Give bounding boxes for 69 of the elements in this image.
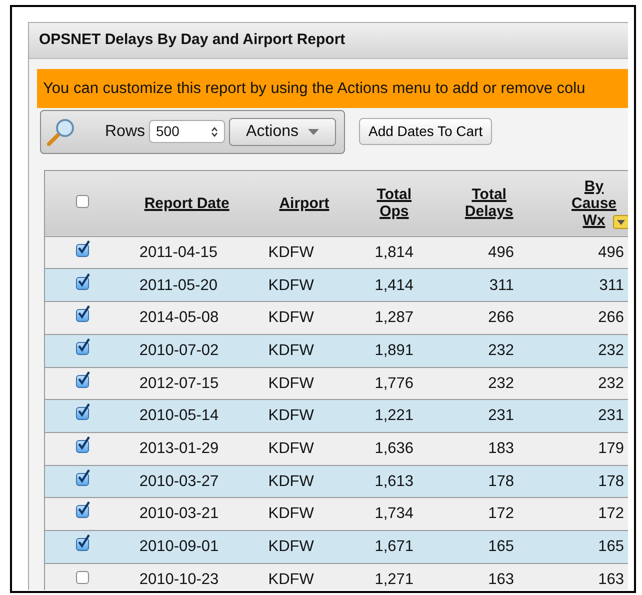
- table-cell: 1,671: [354, 530, 434, 564]
- table-cell: 2010-03-21: [119, 498, 254, 530]
- table-cell: KDFW: [254, 334, 354, 367]
- table-cell: 165: [434, 530, 544, 564]
- table-cell: 1,636: [354, 432, 434, 466]
- column-header[interactable]: Report Date: [144, 194, 230, 212]
- table-cell: 1,613: [354, 465, 434, 498]
- add-dates-to-cart-button[interactable]: Add Dates To Cart: [359, 118, 492, 146]
- panel-title: OPSNET Delays By Day and Airport Report: [29, 23, 628, 58]
- table-cell: 1,271: [354, 563, 434, 590]
- table-cell: 2011-05-20: [119, 268, 254, 302]
- table-cell: 2011-04-15: [119, 236, 254, 269]
- sort-caret-icon[interactable]: [613, 214, 628, 229]
- table-cell: KDFW: [254, 302, 354, 334]
- table-cell: KDFW: [254, 236, 354, 269]
- checkbox[interactable]: [76, 194, 89, 208]
- search-icon[interactable]: [45, 116, 77, 147]
- table-cell: 232: [544, 367, 628, 400]
- table-cell: 178: [434, 465, 544, 498]
- checkbox[interactable]: [76, 571, 89, 584]
- table-cell: 183: [434, 432, 544, 466]
- table-cell: 2010-05-14: [119, 400, 254, 432]
- table-cell: 266: [544, 302, 628, 334]
- table-cell: KDFW: [254, 432, 354, 466]
- table-cell: 163: [544, 563, 628, 590]
- actions-button[interactable]: Actions: [229, 118, 336, 146]
- table-cell: KDFW: [254, 465, 354, 498]
- table-cell: 311: [434, 268, 544, 302]
- table-cell: 2010-07-02: [119, 334, 254, 367]
- table-cell: 172: [434, 498, 544, 530]
- rows-label: Rows: [105, 122, 146, 142]
- table-cell: 1,891: [354, 334, 434, 367]
- table-cell: KDFW: [254, 498, 354, 530]
- table-cell: 2014-05-08: [119, 302, 254, 334]
- table-cell: 2010-10-23: [119, 563, 254, 590]
- table-cell: KDFW: [254, 268, 354, 302]
- caret-icon: [308, 128, 320, 135]
- table-cell: 2010-09-01: [119, 530, 254, 564]
- table-cell: 232: [434, 367, 544, 400]
- table-cell: KDFW: [254, 367, 354, 400]
- table-cell: 231: [544, 400, 628, 432]
- table-cell: 1,287: [354, 302, 434, 334]
- table-cell: 1,776: [354, 367, 434, 400]
- table-cell: 1,734: [354, 498, 434, 530]
- table-cell: 172: [544, 498, 628, 530]
- table-cell: 165: [544, 530, 628, 564]
- column-header[interactable]: Airport: [279, 194, 330, 212]
- table-cell: 232: [434, 334, 544, 367]
- rows-select[interactable]: 500: [149, 120, 226, 144]
- table-cell: 496: [434, 236, 544, 269]
- table-cell: 266: [434, 302, 544, 334]
- table-cell: KDFW: [254, 400, 354, 432]
- table-cell: 496: [544, 236, 628, 269]
- table-cell: 179: [544, 432, 628, 466]
- table-cell: KDFW: [254, 563, 354, 590]
- table-cell: 1,221: [354, 400, 434, 432]
- table-cell: 1,414: [354, 268, 434, 302]
- stepper-icon: [211, 126, 218, 138]
- table-cell: 163: [434, 563, 544, 590]
- table-cell: 2012-07-15: [119, 367, 254, 400]
- table-cell: 311: [544, 268, 628, 302]
- notice-banner: You can customize this report by using the Actions menu to add or remove colu: [37, 68, 628, 108]
- table-cell: 232: [544, 334, 628, 367]
- table-cell: KDFW: [254, 530, 354, 564]
- table-cell: 231: [434, 400, 544, 432]
- table-cell: 178: [544, 465, 628, 498]
- table-cell: 1,814: [354, 236, 434, 269]
- table-cell: 2013-01-29: [119, 432, 254, 466]
- table-cell: 2010-03-27: [119, 465, 254, 498]
